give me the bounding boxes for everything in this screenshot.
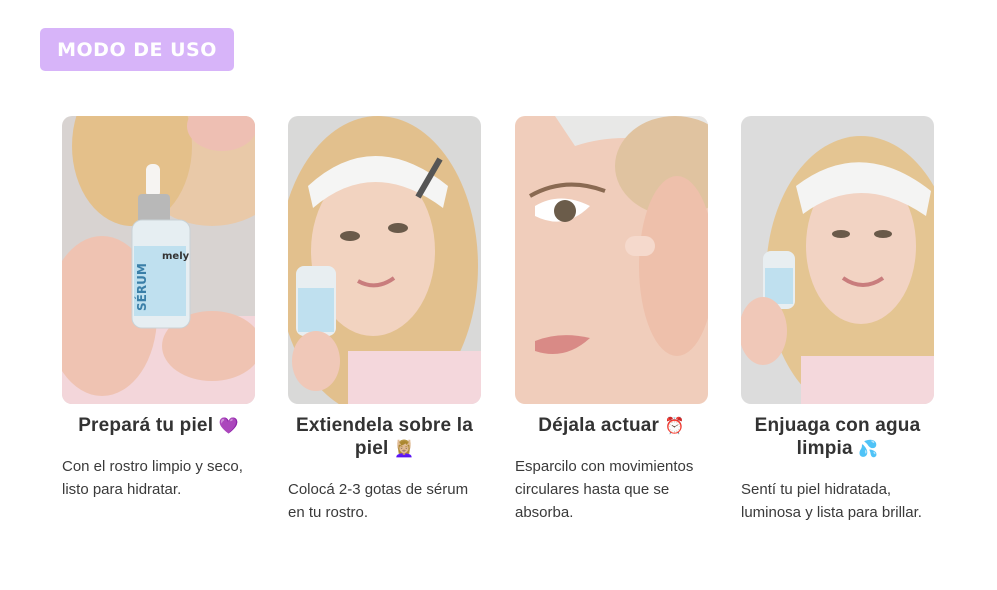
step-1-photo: mely SÉRUM [62,116,255,404]
step-2-description: Colocá 2-3 gotas de sérum en tu rostro. [288,481,469,521]
modo-de-uso-badge: MODO DE USO [40,28,234,71]
alarm-clock-icon: ⏰ [664,416,685,435]
step-2-title: Extiendela sobre la piel 💆🏼‍♀️ [296,415,473,459]
step-card-2: Extiendela sobre la piel 💆🏼‍♀️ Colocá 2-… [288,116,481,524]
step-card-1: mely SÉRUM Prepará tu piel 💜 Con el rost… [62,116,255,501]
step-1-description: Con el rostro limpio y seco, listo para … [62,458,243,498]
face-massage-icon: 💆🏼‍♀️ [393,439,415,458]
step-3-title: Déjala actuar ⏰ [538,415,685,436]
step-4-description: Sentí tu piel hidratada, luminosa y list… [741,481,922,521]
step-2-photo [288,116,481,404]
badge-label: MODO DE USO [57,38,217,61]
woman-smiling-serum-image [741,116,934,404]
step-4-photo [741,116,934,404]
woman-applying-serum-image [288,116,481,404]
woman-closeup-image [515,116,708,404]
steps-row: mely SÉRUM Prepará tu piel 💜 Con el rost… [62,116,934,556]
woman-holding-serum-image: mely SÉRUM [62,116,255,404]
step-card-3: Déjala actuar ⏰ Esparcilo con movimiento… [515,116,708,524]
step-3-description: Esparcilo con movimientos circulares has… [515,458,694,521]
purple-heart-icon: 💜 [218,416,239,435]
bottle-serum-text: SÉRUM [134,263,149,311]
step-4-title: Enjuaga con agua limpia 💦 [754,415,921,459]
step-1-title: Prepará tu piel 💜 [78,415,239,436]
water-drops-icon: 💦 [858,439,879,458]
step-card-4: Enjuaga con agua limpia 💦 Sentí tu piel … [741,116,934,524]
bottle-brand-text: mely [162,251,190,262]
step-3-photo [515,116,708,404]
